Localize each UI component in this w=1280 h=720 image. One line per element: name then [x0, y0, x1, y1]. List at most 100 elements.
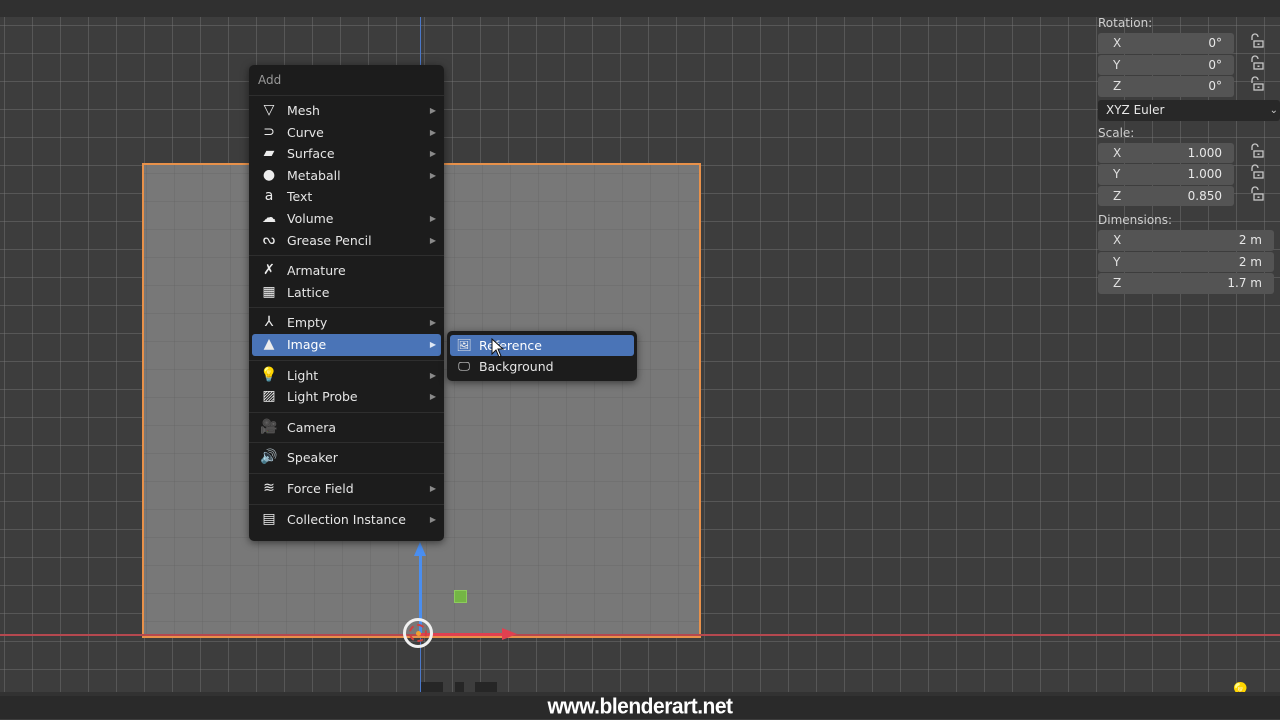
rotation-y-field[interactable]: Y 0°: [1098, 54, 1234, 75]
submenu-item-reference[interactable]: 🖼 Reference: [450, 335, 634, 356]
menu-item-label: Empty: [287, 315, 328, 331]
armature-icon: ✗: [263, 262, 275, 279]
menu-item-force-field[interactable]: ≋ Force Field ▶: [252, 478, 441, 500]
unlocked-padlock-icon[interactable]: [1250, 76, 1264, 96]
menu-separator: [249, 307, 444, 309]
submenu-arrow-icon: ▶: [429, 170, 436, 180]
menu-item-grease-pencil[interactable]: ᔓ Grease Pencil ▶: [252, 230, 441, 252]
rotation-z-field[interactable]: Z 0°: [1098, 76, 1234, 97]
menu-item-speaker[interactable]: 🔊 Speaker: [252, 447, 441, 469]
field-value: 0°: [1208, 79, 1222, 93]
unlocked-padlock-icon[interactable]: [1250, 185, 1264, 206]
menu-item-label: Camera: [287, 419, 337, 435]
menu-item-label: Collection Instance: [287, 511, 406, 527]
dimensions-y-field[interactable]: Y 2 m: [1098, 251, 1274, 272]
submenu-arrow-icon: ▶: [429, 483, 436, 493]
light-bulb-icon: 💡: [1229, 682, 1251, 692]
menu-item-light-probe[interactable]: ▨ Light Probe ▶: [252, 386, 441, 408]
unlocked-padlock-icon[interactable]: [1250, 142, 1264, 163]
menu-item-label: Lattice: [287, 284, 330, 300]
submenu-arrow-icon: ▶: [429, 106, 436, 115]
reference-image-icon: 🖼: [456, 338, 472, 352]
rotation-x-field[interactable]: X 0°: [1098, 33, 1234, 54]
text-icon: a: [264, 188, 274, 205]
camera-icon: 🎥: [260, 418, 278, 435]
unlocked-padlock-icon[interactable]: [1250, 164, 1264, 184]
submenu-arrow-icon: ▶: [429, 213, 436, 223]
menu-item-text[interactable]: a Text: [252, 186, 441, 208]
curve-icon: ⊃: [263, 123, 275, 140]
axis-label: X: [1113, 36, 1122, 50]
menu-item-lattice[interactable]: ▦ Lattice: [252, 282, 441, 304]
menu-item-camera[interactable]: 🎥 Camera: [252, 417, 441, 439]
light-probe-icon: ▨: [262, 388, 276, 405]
move-gizmo-plane-handle[interactable]: [454, 590, 467, 603]
viewport-tool-button[interactable]: [421, 682, 443, 692]
empty-icon: ⅄: [264, 314, 274, 331]
axis-label: Z: [1113, 276, 1122, 290]
3d-cursor: [403, 618, 433, 648]
menu-item-armature[interactable]: ✗ Armature: [252, 260, 441, 282]
field-value: 0°: [1208, 36, 1222, 50]
menu-item-light[interactable]: 💡 Light ▶: [252, 365, 441, 387]
menu-item-label: Speaker: [287, 450, 338, 466]
menu-item-label: Metaball: [287, 167, 341, 183]
viewport-tool-button[interactable]: [455, 682, 464, 692]
field-value: 1.000: [1187, 145, 1222, 160]
submenu-arrow-icon: ▶: [429, 370, 436, 380]
viewport-tool-button[interactable]: [475, 682, 497, 692]
menu-item-label: Light Probe: [287, 389, 358, 405]
rotation-mode-dropdown[interactable]: XYZ Euler ⌄: [1098, 99, 1280, 121]
axis-label: X: [1113, 233, 1122, 247]
menu-item-metaball[interactable]: ● Metaball ▶: [252, 165, 441, 187]
menu-item-collection-instance[interactable]: ▤ Collection Instance ▶: [252, 509, 441, 531]
mesh-icon: ▽: [263, 102, 275, 118]
menu-separator: [249, 442, 444, 444]
menu-item-label: Volume: [287, 210, 334, 226]
menu-item-curve[interactable]: ⊃ Curve ▶: [252, 122, 441, 144]
menu-separator: [249, 411, 444, 413]
background-image-icon: 🖵: [458, 359, 470, 373]
3d-viewport[interactable]: 💡: [0, 17, 1280, 692]
image-submenu: 🖼 Reference 🖵 Background: [447, 331, 637, 381]
submenu-item-background[interactable]: 🖵 Background: [450, 356, 634, 377]
menu-item-empty[interactable]: ⅄ Empty ▶: [252, 312, 441, 334]
menu-item-label: Surface: [287, 146, 335, 162]
submenu-arrow-icon: ▶: [429, 318, 436, 328]
dimensions-x-field[interactable]: X 2 m: [1098, 230, 1274, 251]
menu-separator: [249, 255, 444, 257]
menu-item-surface[interactable]: ▰ Surface ▶: [252, 143, 441, 165]
object-properties-panel: Rotation: X 0° Y 0° Z 0° XYZ Euler ⌄ Scale: X…: [1090, 14, 1280, 295]
menu-item-volume[interactable]: ☁ Volume ▶: [252, 208, 441, 230]
move-gizmo-x-arrow[interactable]: [502, 628, 517, 640]
menu-item-label: Light: [287, 367, 319, 383]
axis-label: Y: [1113, 254, 1121, 269]
unlocked-padlock-icon[interactable]: [1250, 33, 1264, 53]
move-gizmo-z-arrow[interactable]: [414, 542, 426, 556]
rotation-mode-value: XYZ Euler: [1106, 102, 1165, 117]
submenu-arrow-icon: ▶: [429, 235, 436, 245]
menu-item-label: Force Field: [287, 480, 354, 496]
scale-x-field[interactable]: X 1.000: [1098, 142, 1234, 163]
field-value: 1.000: [1187, 167, 1222, 181]
submenu-arrow-icon: ▶: [429, 339, 436, 349]
light-icon: 💡: [260, 366, 278, 383]
submenu-arrow-icon: ▶: [429, 514, 436, 524]
scale-z-field[interactable]: Z 0.850: [1098, 185, 1234, 206]
unlocked-padlock-icon[interactable]: [1250, 54, 1264, 75]
axis-label: Y: [1113, 167, 1121, 181]
menu-item-mesh[interactable]: ▽ Mesh ▶: [252, 100, 441, 122]
x-axis-line: [0, 634, 1280, 636]
scale-y-field[interactable]: Y 1.000: [1098, 164, 1234, 185]
dimensions-label: Dimensions:: [1098, 213, 1173, 227]
menu-separator: [249, 503, 444, 505]
rotation-label: Rotation:: [1098, 16, 1153, 30]
force-field-icon: ≋: [263, 479, 275, 496]
metaball-icon: ●: [262, 166, 276, 183]
menu-item-label: Image: [287, 336, 327, 352]
axis-label: X: [1113, 145, 1122, 160]
chevron-down-icon: ⌄: [1269, 104, 1278, 116]
field-value: 2 m: [1238, 254, 1262, 269]
menu-item-image[interactable]: ▲ Image ▶: [252, 333, 441, 356]
dimensions-z-field[interactable]: Z 1.7 m: [1098, 273, 1274, 294]
